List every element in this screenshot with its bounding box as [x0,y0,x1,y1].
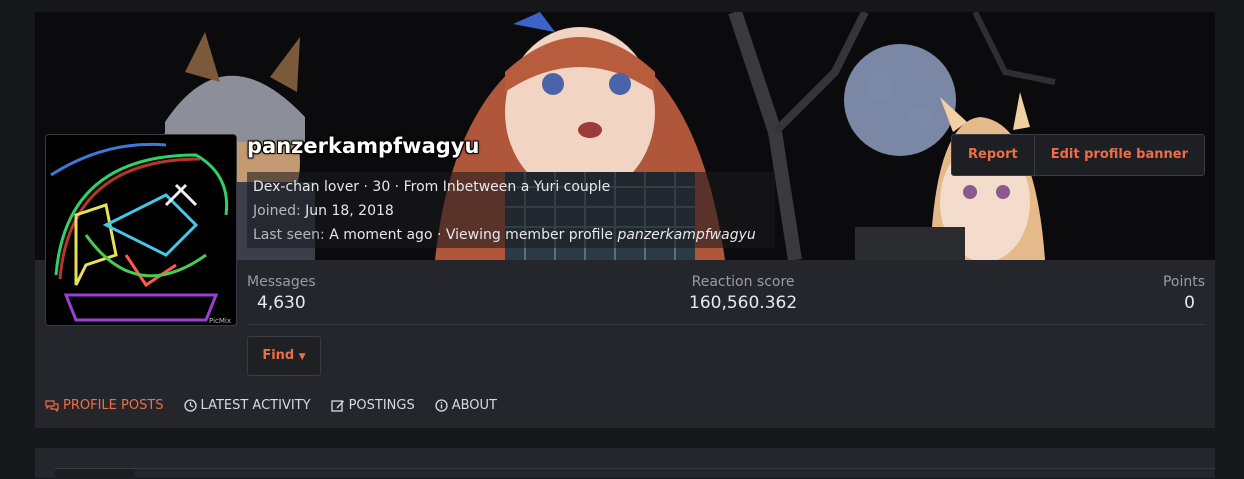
messages-label: Messages [247,274,316,290]
comments-icon [45,399,59,412]
edit-profile-banner-button[interactable]: Edit profile banner [1033,135,1204,175]
last-seen-value: A moment ago · Viewing member profile [329,227,614,243]
user-blurb: Dex-chan lover · 30 · From Inbetween a Y… [253,179,610,195]
caret-down-icon: ▼ [298,352,306,362]
username-heading: panzerkampfwagyu [247,134,479,158]
joined-row: Joined: Jun 18, 2018 [253,203,394,219]
info-icon [435,399,448,412]
stats-divider [247,324,1205,325]
stat-messages: Messages 4,630 [247,274,316,313]
tab-label: ABOUT [451,398,497,413]
tab-about[interactable]: ABOUT [435,398,497,413]
avatar-image: PicMix [46,135,236,325]
report-button[interactable]: Report [952,135,1034,175]
profile-tabs: PROFILE POSTS LATEST ACTIVITY POSTINGS A… [45,398,497,413]
last-seen-target[interactable]: panzerkampfwagyu [617,227,755,243]
user-blurb-text: Dex-chan lover · 30 · From Inbetween a Y… [253,179,611,195]
messages-value[interactable]: 4,630 [247,293,316,313]
profile-card: PicMix panzerkampfwagyu Dex-chan lover ·… [35,12,1215,428]
tab-label: PROFILE POSTS [63,398,164,413]
tab-label: POSTINGS [348,398,415,413]
avatar[interactable]: PicMix [45,134,237,326]
joined-label: Joined: [253,203,301,219]
reaction-score-label: Reaction score [691,274,795,290]
reaction-score-value[interactable]: 160,560.362 [689,293,797,313]
joined-value: Jun 18, 2018 [305,203,394,219]
last-seen-label: Last seen: [253,227,325,243]
clock-icon [183,399,197,412]
avatar-watermark: PicMix [209,317,231,325]
stat-points: Points 0 [1163,274,1205,313]
panel-divider [135,468,1215,469]
tab-latest-activity[interactable]: LATEST ACTIVITY [183,398,311,413]
find-label: Find [262,348,295,363]
edit-icon [330,400,344,412]
content-panel [35,448,1215,479]
banner-action-buttons: Report Edit profile banner [951,134,1205,176]
last-seen-row: Last seen: A moment ago · Viewing member… [253,227,756,243]
panel-tab-stub [55,468,135,479]
points-value[interactable]: 0 [1163,293,1205,313]
points-label: Points [1162,274,1205,290]
tab-postings[interactable]: POSTINGS [330,398,415,413]
stat-reaction-score: Reaction score 160,560.362 [689,274,797,313]
tab-profile-posts[interactable]: PROFILE POSTS [45,398,164,413]
username[interactable]: panzerkampfwagyu [247,134,479,158]
tab-label: LATEST ACTIVITY [200,398,311,413]
find-dropdown-button[interactable]: Find ▼ [247,336,321,376]
